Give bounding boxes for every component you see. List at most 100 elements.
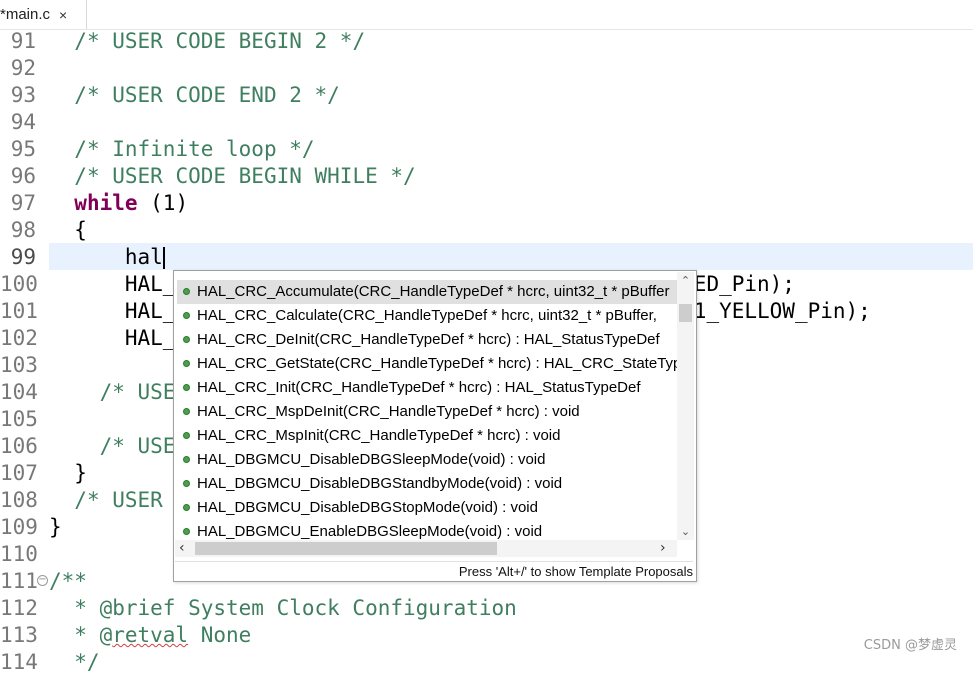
watermark: CSDN @梦虚灵 — [863, 638, 957, 653]
code-text: } — [49, 460, 87, 487]
code-token: /* Infinite loop */ — [74, 137, 315, 161]
line-number: 110 — [0, 542, 38, 566]
content-assist-popup[interactable]: HAL_CRC_Accumulate(CRC_HandleTypeDef * h… — [173, 270, 697, 582]
line-number: 99 — [10, 245, 36, 269]
line-number: 102 — [0, 326, 38, 350]
popup-footer: Press 'Alt+/' to show Template Proposals — [175, 561, 693, 580]
horizontal-scrollbar[interactable]: ‹ › — [175, 540, 677, 557]
public-method-icon — [183, 384, 190, 391]
line-number: 93 — [10, 83, 36, 107]
scroll-down-icon[interactable]: ⌄ — [677, 525, 694, 538]
vertical-scrollbar[interactable]: ⌃ ⌄ — [677, 272, 694, 540]
code-token: HAL_ — [49, 326, 176, 350]
proposal-item[interactable]: HAL_CRC_Init(CRC_HandleTypeDef * hcrc) :… — [177, 376, 677, 400]
code-line[interactable]: 99 hal — [0, 244, 973, 271]
line-number: 104 — [0, 380, 38, 404]
code-text: { — [49, 217, 87, 244]
code-line[interactable]: 98 { — [0, 217, 973, 244]
public-method-icon — [183, 360, 190, 367]
hscroll-thumb[interactable] — [195, 542, 497, 555]
fold-toggle-icon[interactable]: − — [37, 575, 48, 586]
code-line[interactable]: 95 /* Infinite loop */ — [0, 136, 973, 163]
code-token: /** — [49, 569, 87, 593]
scroll-left-icon[interactable]: ‹ — [179, 540, 185, 557]
line-number: 109 — [0, 515, 38, 539]
code-token: } — [49, 461, 87, 485]
proposal-label: HAL_DBGMCU_DisableDBGSleepMode(void) : v… — [197, 451, 546, 468]
proposal-item[interactable]: HAL_CRC_MspInit(CRC_HandleTypeDef * hcrc… — [177, 424, 677, 448]
code-line[interactable]: 93 /* USER CODE END 2 */ — [0, 82, 973, 109]
code-text: */ — [49, 649, 100, 676]
public-method-icon — [183, 408, 190, 415]
scroll-up-icon[interactable]: ⌃ — [677, 274, 694, 287]
code-text: /* USE — [49, 433, 176, 460]
public-method-icon — [183, 528, 190, 535]
line-number: 98 — [10, 218, 36, 242]
line-number: 91 — [10, 29, 36, 53]
line-number: 96 — [10, 164, 36, 188]
proposal-list[interactable]: HAL_CRC_Accumulate(CRC_HandleTypeDef * h… — [175, 272, 677, 540]
tab-main-c[interactable]: *main.c × — [0, 0, 87, 29]
proposal-item[interactable]: HAL_DBGMCU_EnableDBGSleepMode(void) : vo… — [177, 520, 677, 540]
code-line[interactable]: 97 while (1) — [0, 190, 973, 217]
proposal-item[interactable]: HAL_CRC_Accumulate(CRC_HandleTypeDef * h… — [177, 280, 677, 304]
proposal-item[interactable]: HAL_CRC_Calculate(CRC_HandleTypeDef * hc… — [177, 304, 677, 328]
line-number: 101 — [0, 299, 38, 323]
proposal-label: HAL_CRC_Calculate(CRC_HandleTypeDef * hc… — [197, 307, 657, 324]
line-number: 112 — [0, 596, 38, 620]
code-line[interactable]: 91 /* USER CODE BEGIN 2 */ — [0, 28, 973, 55]
proposal-label: HAL_CRC_GetState(CRC_HandleTypeDef * hcr… — [197, 355, 677, 372]
code-token: */ — [49, 650, 100, 674]
line-number: 103 — [0, 353, 38, 377]
line-number: 97 — [10, 191, 36, 215]
code-line[interactable]: 113 * @retval None — [0, 622, 973, 649]
code-line[interactable]: 92 — [0, 55, 973, 82]
code-token: /* USE — [99, 380, 176, 404]
public-method-icon — [183, 456, 190, 463]
code-text: /* USE — [49, 379, 176, 406]
proposal-item[interactable]: HAL_DBGMCU_DisableDBGStopMode(void) : vo… — [177, 496, 677, 520]
scroll-thumb[interactable] — [679, 304, 692, 322]
code-token: /* USE — [99, 434, 176, 458]
proposal-label: HAL_DBGMCU_DisableDBGStopMode(void) : vo… — [197, 499, 538, 516]
code-text: while (1) — [49, 190, 188, 217]
code-line[interactable]: 96 /* USER CODE BEGIN WHILE */ — [0, 163, 973, 190]
tab-label: *main.c — [0, 6, 51, 23]
line-number: 113 — [0, 623, 38, 647]
scroll-right-icon[interactable]: › — [660, 540, 666, 557]
line-number: 106 — [0, 434, 38, 458]
proposal-label: HAL_CRC_DeInit(CRC_HandleTypeDef * hcrc)… — [197, 331, 660, 348]
code-token: while — [74, 191, 138, 215]
code-token: { — [49, 218, 87, 242]
code-token: } — [49, 515, 62, 539]
line-number: 92 — [10, 56, 36, 80]
code-text: /* Infinite loop */ — [49, 136, 315, 163]
editor-tab-bar: *main.c × — [0, 0, 973, 30]
close-icon[interactable]: × — [59, 7, 67, 23]
code-line[interactable]: 114 */ — [0, 649, 973, 676]
code-text: /* USER CODE BEGIN 2 */ — [49, 28, 365, 55]
text-caret — [162, 247, 165, 269]
proposal-label: HAL_CRC_MspDeInit(CRC_HandleTypeDef * hc… — [197, 403, 580, 420]
public-method-icon — [183, 504, 190, 511]
proposal-item[interactable]: HAL_CRC_DeInit(CRC_HandleTypeDef * hcrc)… — [177, 328, 677, 352]
proposal-label: HAL_CRC_MspInit(CRC_HandleTypeDef * hcrc… — [197, 427, 561, 444]
code-token: * @brief System Clock Configuration — [49, 596, 517, 620]
code-token: (1) — [137, 191, 189, 215]
line-number: 94 — [10, 110, 36, 134]
proposal-item[interactable]: HAL_CRC_MspDeInit(CRC_HandleTypeDef * hc… — [177, 400, 677, 424]
public-method-icon — [183, 312, 190, 319]
code-token: hal — [49, 245, 163, 269]
code-line[interactable]: 112 * @brief System Clock Configuration — [0, 595, 973, 622]
proposal-item[interactable]: HAL_CRC_GetState(CRC_HandleTypeDef * hcr… — [177, 352, 677, 376]
code-line[interactable]: 94 — [0, 109, 973, 136]
proposal-item[interactable]: HAL_DBGMCU_DisableDBGStandbyMode(void) :… — [177, 472, 677, 496]
line-number: 95 — [10, 137, 36, 161]
proposal-item[interactable]: HAL_DBGMCU_DisableDBGSleepMode(void) : v… — [177, 448, 677, 472]
code-text: /** — [49, 568, 87, 595]
